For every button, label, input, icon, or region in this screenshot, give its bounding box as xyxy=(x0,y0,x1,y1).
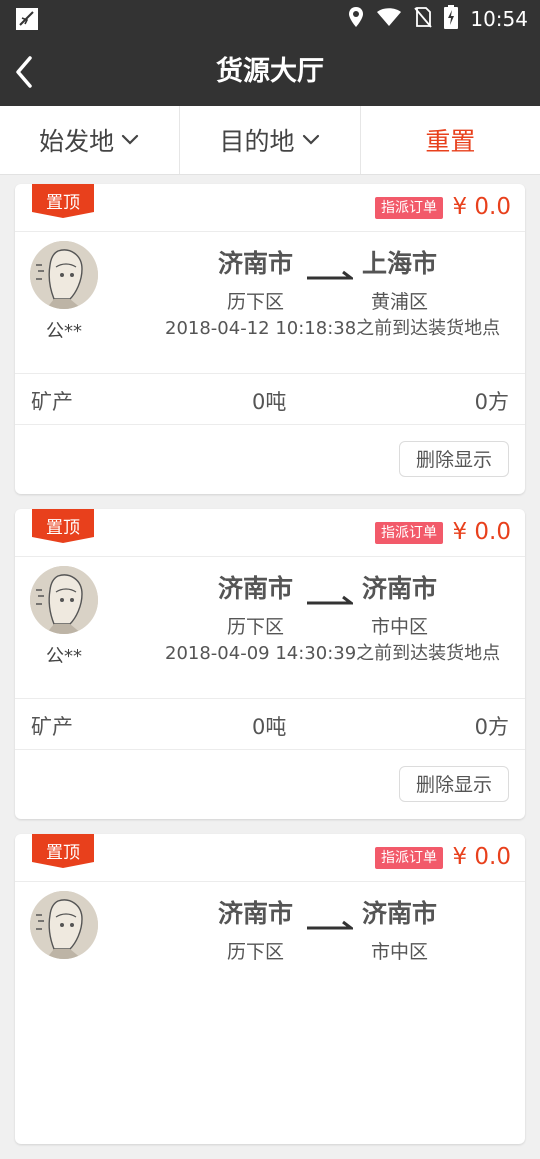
destination-district: 黄浦区 xyxy=(371,291,429,313)
battery-charging-icon xyxy=(444,5,459,33)
origin-district: 历下区 xyxy=(227,616,285,638)
origin-city: 济南市 xyxy=(218,249,294,278)
arrow-right-icon xyxy=(307,270,353,280)
pinned-badge: 置顶 xyxy=(32,184,94,218)
status-bar: 10:54 xyxy=(0,0,540,38)
destination-city: 济南市 xyxy=(362,899,438,928)
order-card[interactable]: 置顶 指派订单 ¥ 0.0 济南市 济南市 历下区 市中区 xyxy=(15,834,525,1144)
delete-display-button[interactable]: 删除显示 xyxy=(399,441,509,477)
cargo-info: 矿产 0吨 0方 xyxy=(15,699,525,749)
destination-district: 市中区 xyxy=(371,616,429,638)
cargo-info: 矿产 0吨 0方 xyxy=(15,374,525,424)
divider xyxy=(15,231,525,232)
cargo-type: 矿产 xyxy=(31,390,73,414)
loading-deadline: 2018-04-09 14:30:39之前到达装货地点 xyxy=(165,643,501,664)
price: ¥ 0.0 xyxy=(452,194,511,220)
reset-button[interactable]: 重置 xyxy=(361,106,540,174)
pinned-badge: 置顶 xyxy=(32,834,94,868)
app-notification-icon xyxy=(16,8,38,30)
reset-label: 重置 xyxy=(425,127,476,156)
page-title: 货源大厅 xyxy=(216,56,324,87)
origin-filter-label: 始发地 xyxy=(39,127,115,156)
avatar xyxy=(30,241,98,309)
price: ¥ 0.0 xyxy=(452,519,511,545)
avatar xyxy=(30,891,98,959)
loading-deadline: 2018-04-12 10:18:38之前到达装货地点 xyxy=(165,318,501,339)
order-card[interactable]: 置顶 指派订单 ¥ 0.0 公** 济南市 上海市 历下区 黄浦区 2018-0… xyxy=(15,184,525,494)
divider xyxy=(15,749,525,750)
cargo-volume: 0方 xyxy=(474,390,509,414)
origin-district: 历下区 xyxy=(227,291,285,313)
chevron-down-icon xyxy=(122,134,139,145)
assigned-order-badge: 指派订单 xyxy=(375,847,443,869)
arrow-right-icon xyxy=(307,595,353,605)
divider xyxy=(15,556,525,557)
arrow-right-icon xyxy=(307,920,353,930)
pinned-label: 置顶 xyxy=(46,843,80,863)
avatar xyxy=(30,566,98,634)
no-sim-icon xyxy=(414,6,433,32)
shipper-name: 公** xyxy=(46,646,82,667)
assigned-order-badge: 指派订单 xyxy=(375,522,443,544)
order-card[interactable]: 置顶 指派订单 ¥ 0.0 公** 济南市 济南市 历下区 市中区 2018-0… xyxy=(15,509,525,819)
pinned-label: 置顶 xyxy=(46,193,80,213)
shipper-name: 公** xyxy=(46,321,82,342)
order-list: 置顶 指派订单 ¥ 0.0 公** 济南市 上海市 历下区 黄浦区 2018-0… xyxy=(15,184,525,1159)
destination-city: 济南市 xyxy=(362,574,438,603)
navigation-bar: 货源大厅 xyxy=(0,38,540,106)
destination-filter-label: 目的地 xyxy=(219,127,295,156)
destination-city: 上海市 xyxy=(362,249,438,278)
origin-city: 济南市 xyxy=(218,899,294,928)
pinned-badge: 置顶 xyxy=(32,509,94,543)
cargo-volume: 0方 xyxy=(474,715,509,739)
status-time: 10:54 xyxy=(470,7,528,31)
wifi-icon xyxy=(376,7,402,31)
divider xyxy=(15,881,525,882)
cargo-type: 矿产 xyxy=(31,715,73,739)
cargo-weight: 0吨 xyxy=(252,390,287,414)
origin-city: 济南市 xyxy=(218,574,294,603)
divider xyxy=(15,424,525,425)
cargo-weight: 0吨 xyxy=(252,715,287,739)
location-icon xyxy=(348,6,364,32)
assigned-order-badge: 指派订单 xyxy=(375,197,443,219)
filter-bar: 始发地 目的地 重置 xyxy=(0,106,540,175)
price: ¥ 0.0 xyxy=(452,844,511,870)
destination-filter[interactable]: 目的地 xyxy=(180,106,361,174)
chevron-down-icon xyxy=(302,134,319,145)
pinned-label: 置顶 xyxy=(46,518,80,538)
delete-display-button[interactable]: 删除显示 xyxy=(399,766,509,802)
origin-filter[interactable]: 始发地 xyxy=(0,106,181,174)
